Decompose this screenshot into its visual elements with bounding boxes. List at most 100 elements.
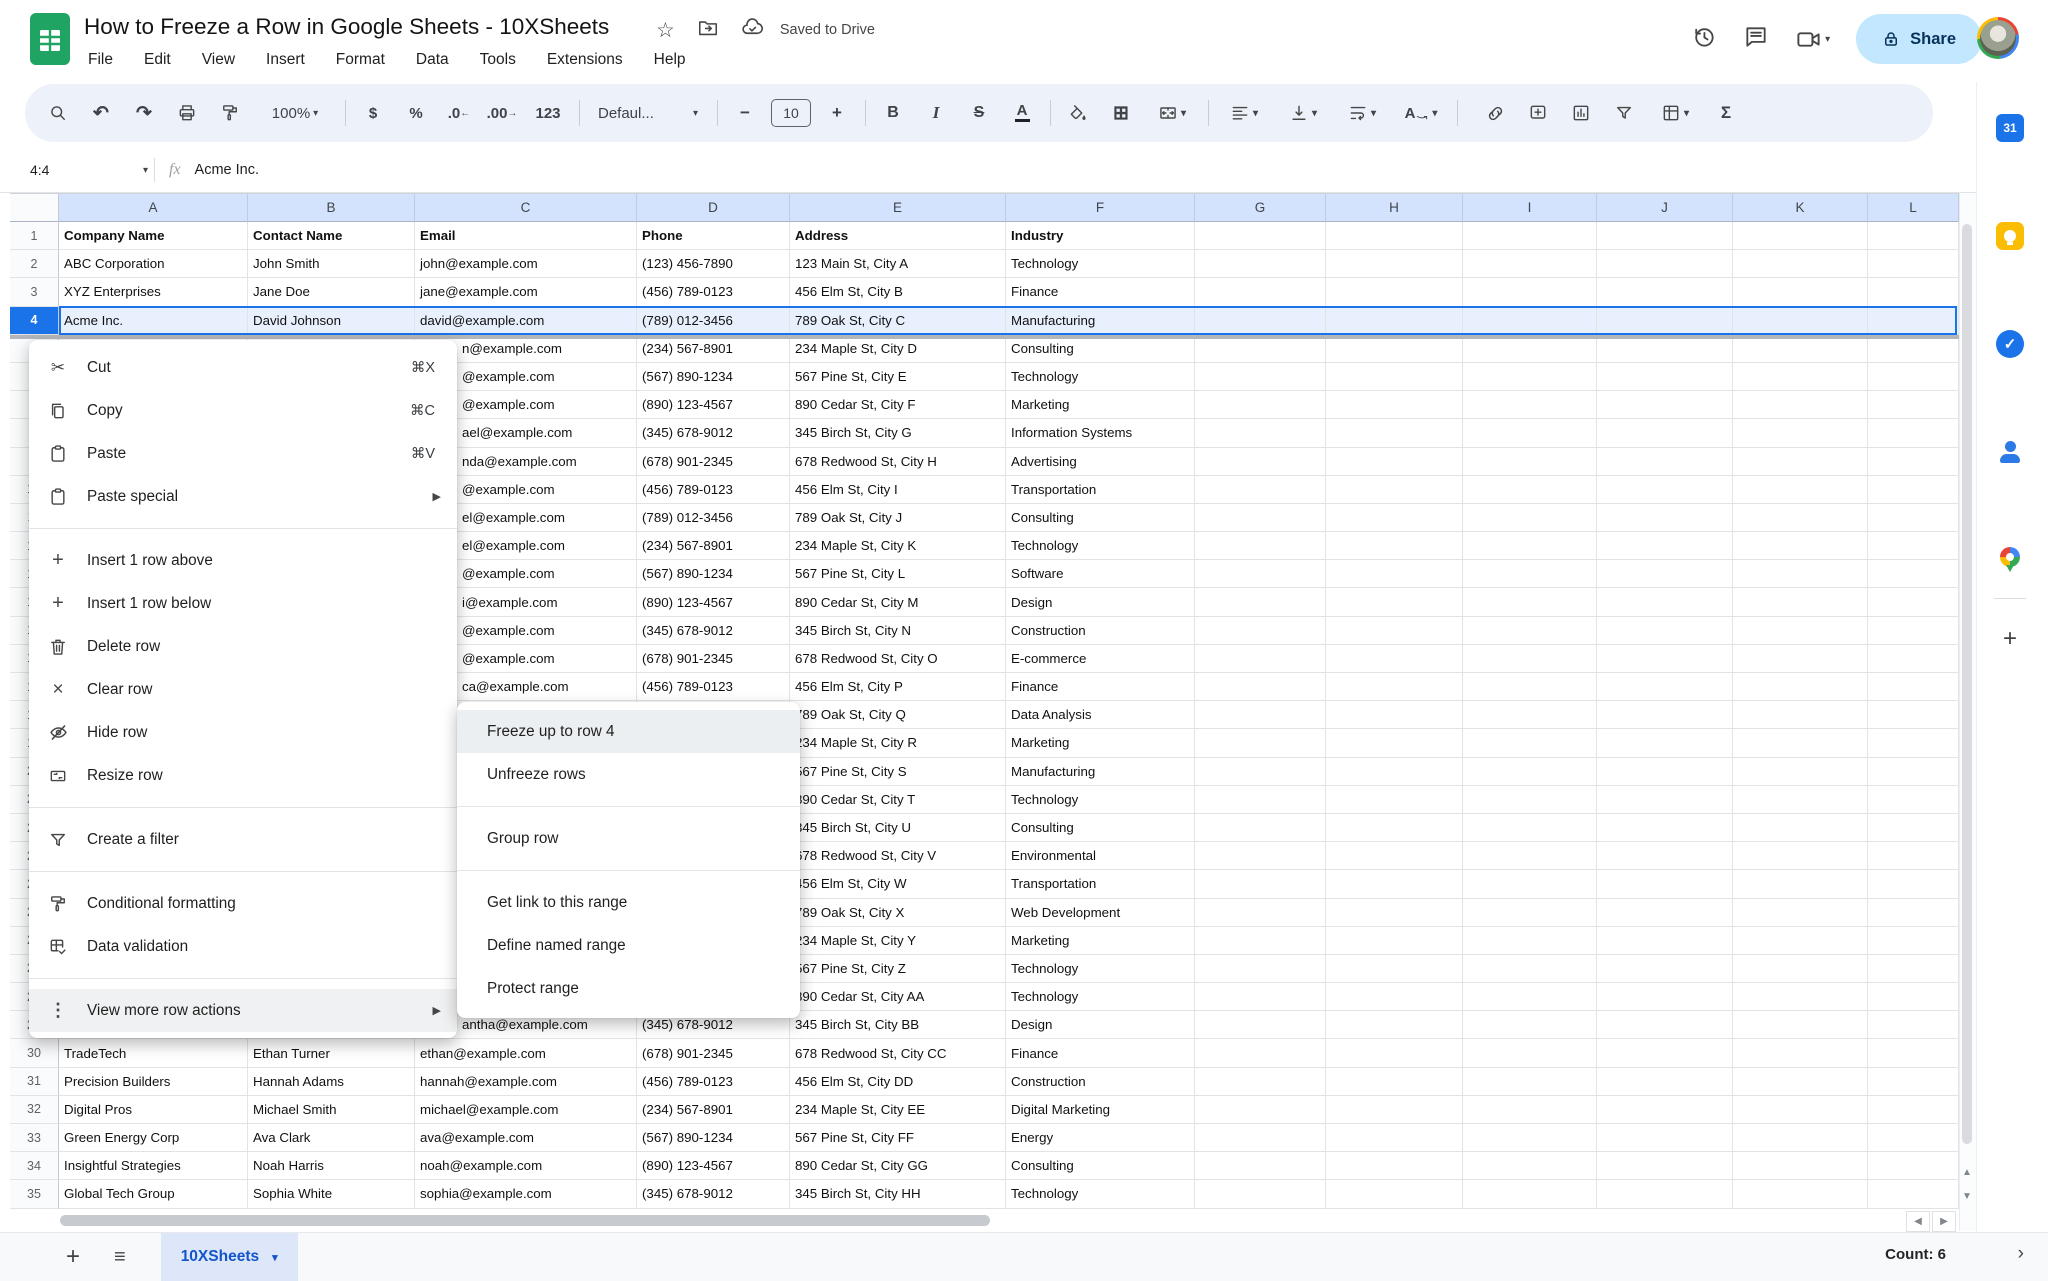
cell-I28[interactable] xyxy=(1463,983,1597,1011)
cell-I2[interactable] xyxy=(1463,250,1597,278)
cell-D11[interactable]: (789) 012-3456 xyxy=(637,504,790,532)
menu-data[interactable]: Data xyxy=(414,49,451,71)
cell-F7[interactable]: Marketing xyxy=(1006,391,1195,419)
cell-D34[interactable]: (890) 123-4567 xyxy=(637,1152,790,1180)
cell-H12[interactable] xyxy=(1326,532,1463,560)
cell-K7[interactable] xyxy=(1733,391,1868,419)
cell-G7[interactable] xyxy=(1195,391,1326,419)
cell-H4[interactable] xyxy=(1326,307,1463,335)
cell-B31[interactable]: Hannah Adams xyxy=(248,1068,415,1096)
undo-button[interactable]: ↶ xyxy=(84,96,118,130)
cell-J20[interactable] xyxy=(1597,758,1733,786)
cell-I23[interactable] xyxy=(1463,842,1597,870)
cell-E25[interactable]: 789 Oak St, City X xyxy=(790,899,1006,927)
cell-E26[interactable]: 234 Maple St, City Y xyxy=(790,927,1006,955)
menu-help[interactable]: Help xyxy=(652,49,688,71)
menu-item-create-a-filter[interactable]: Create a filter xyxy=(29,818,457,861)
cell-F27[interactable]: Technology xyxy=(1006,955,1195,983)
cell-G15[interactable] xyxy=(1195,617,1326,645)
cell-F22[interactable]: Consulting xyxy=(1006,814,1195,842)
italic-button[interactable]: I xyxy=(919,96,953,130)
cell-K3[interactable] xyxy=(1733,278,1868,306)
cell-E8[interactable]: 345 Birch St, City G xyxy=(790,419,1006,447)
cell-A4[interactable]: Acme Inc. xyxy=(59,307,248,335)
cell-G33[interactable] xyxy=(1195,1124,1326,1152)
cell-H24[interactable] xyxy=(1326,870,1463,898)
cell-C34[interactable]: noah@example.com xyxy=(415,1152,637,1180)
cell-F2[interactable]: Technology xyxy=(1006,250,1195,278)
strikethrough-button[interactable]: S xyxy=(962,96,996,130)
cell-E20[interactable]: 567 Pine St, City S xyxy=(790,758,1006,786)
cell-J4[interactable] xyxy=(1597,307,1733,335)
cell-B33[interactable]: Ava Clark xyxy=(248,1124,415,1152)
menu-extensions[interactable]: Extensions xyxy=(545,49,625,71)
cell-D14[interactable]: (890) 123-4567 xyxy=(637,588,790,616)
cell-E12[interactable]: 234 Maple St, City K xyxy=(790,532,1006,560)
frozen-rows-divider[interactable] xyxy=(10,335,1959,339)
cell-F9[interactable]: Advertising xyxy=(1006,448,1195,476)
menu-item-clear-row[interactable]: ×Clear row xyxy=(29,668,457,711)
camera-dropdown-icon[interactable]: ▾ xyxy=(1825,34,1830,45)
menu-item-conditional-formatting[interactable]: Conditional formatting xyxy=(29,882,457,925)
cell-E2[interactable]: 123 Main St, City A xyxy=(790,250,1006,278)
cell-G16[interactable] xyxy=(1195,645,1326,673)
cell-B4[interactable]: David Johnson xyxy=(248,307,415,335)
cell-J21[interactable] xyxy=(1597,786,1733,814)
text-color-button[interactable]: A xyxy=(1005,96,1039,130)
cell-F12[interactable]: Technology xyxy=(1006,532,1195,560)
cell-G17[interactable] xyxy=(1195,673,1326,701)
cell-E13[interactable]: 567 Pine St, City L xyxy=(790,560,1006,588)
cell-L1[interactable] xyxy=(1868,222,1959,250)
cell-G13[interactable] xyxy=(1195,560,1326,588)
cell-J14[interactable] xyxy=(1597,588,1733,616)
cell-I15[interactable] xyxy=(1463,617,1597,645)
menu-format[interactable]: Format xyxy=(334,49,387,71)
cell-K11[interactable] xyxy=(1733,504,1868,532)
cell-H27[interactable] xyxy=(1326,955,1463,983)
cell-I6[interactable] xyxy=(1463,363,1597,391)
column-header-i[interactable]: I xyxy=(1463,193,1597,222)
cell-B30[interactable]: Ethan Turner xyxy=(248,1039,415,1067)
cell-K20[interactable] xyxy=(1733,758,1868,786)
cell-H25[interactable] xyxy=(1326,899,1463,927)
all-sheets-icon[interactable]: ≡ xyxy=(114,1246,125,1269)
cell-H17[interactable] xyxy=(1326,673,1463,701)
cell-F17[interactable]: Finance xyxy=(1006,673,1195,701)
cell-A3[interactable]: XYZ Enterprises xyxy=(59,278,248,306)
cell-D13[interactable]: (567) 890-1234 xyxy=(637,560,790,588)
cell-G8[interactable] xyxy=(1195,419,1326,447)
cell-A1[interactable]: Company Name xyxy=(59,222,248,250)
cell-D31[interactable]: (456) 789-0123 xyxy=(637,1068,790,1096)
submenu-item-unfreeze-rows[interactable]: Unfreeze rows xyxy=(457,753,800,796)
scroll-up-icon[interactable]: ▲ xyxy=(1962,1168,1972,1178)
cell-D12[interactable]: (234) 567-8901 xyxy=(637,532,790,560)
cell-L13[interactable] xyxy=(1868,560,1959,588)
menu-item-cut[interactable]: ✂Cut⌘X xyxy=(29,346,457,389)
maps-icon[interactable] xyxy=(1996,543,2024,571)
cell-J24[interactable] xyxy=(1597,870,1733,898)
cell-K29[interactable] xyxy=(1733,1011,1868,1039)
row-header-34[interactable]: 34 xyxy=(10,1152,59,1180)
cell-I18[interactable] xyxy=(1463,701,1597,729)
cell-K32[interactable] xyxy=(1733,1096,1868,1124)
cell-I25[interactable] xyxy=(1463,899,1597,927)
cell-G14[interactable] xyxy=(1195,588,1326,616)
cell-J8[interactable] xyxy=(1597,419,1733,447)
toolbar-search-icon[interactable] xyxy=(41,96,75,130)
cell-K26[interactable] xyxy=(1733,927,1868,955)
cell-L30[interactable] xyxy=(1868,1039,1959,1067)
cell-I34[interactable] xyxy=(1463,1152,1597,1180)
insert-comment-icon[interactable] xyxy=(1521,96,1555,130)
cell-I27[interactable] xyxy=(1463,955,1597,983)
menu-item-insert-1-row-below[interactable]: +Insert 1 row below xyxy=(29,582,457,625)
cell-J17[interactable] xyxy=(1597,673,1733,701)
cell-D8[interactable]: (345) 678-9012 xyxy=(637,419,790,447)
saved-status[interactable]: Saved to Drive xyxy=(780,22,875,38)
cell-L8[interactable] xyxy=(1868,419,1959,447)
vertical-scrollbar-thumb[interactable] xyxy=(1962,224,1972,1144)
cell-I22[interactable] xyxy=(1463,814,1597,842)
submenu-item-define-named-range[interactable]: Define named range xyxy=(457,924,800,967)
cell-D30[interactable]: (678) 901-2345 xyxy=(637,1039,790,1067)
row-header-31[interactable]: 31 xyxy=(10,1068,59,1096)
menu-item-delete-row[interactable]: Delete row xyxy=(29,625,457,668)
